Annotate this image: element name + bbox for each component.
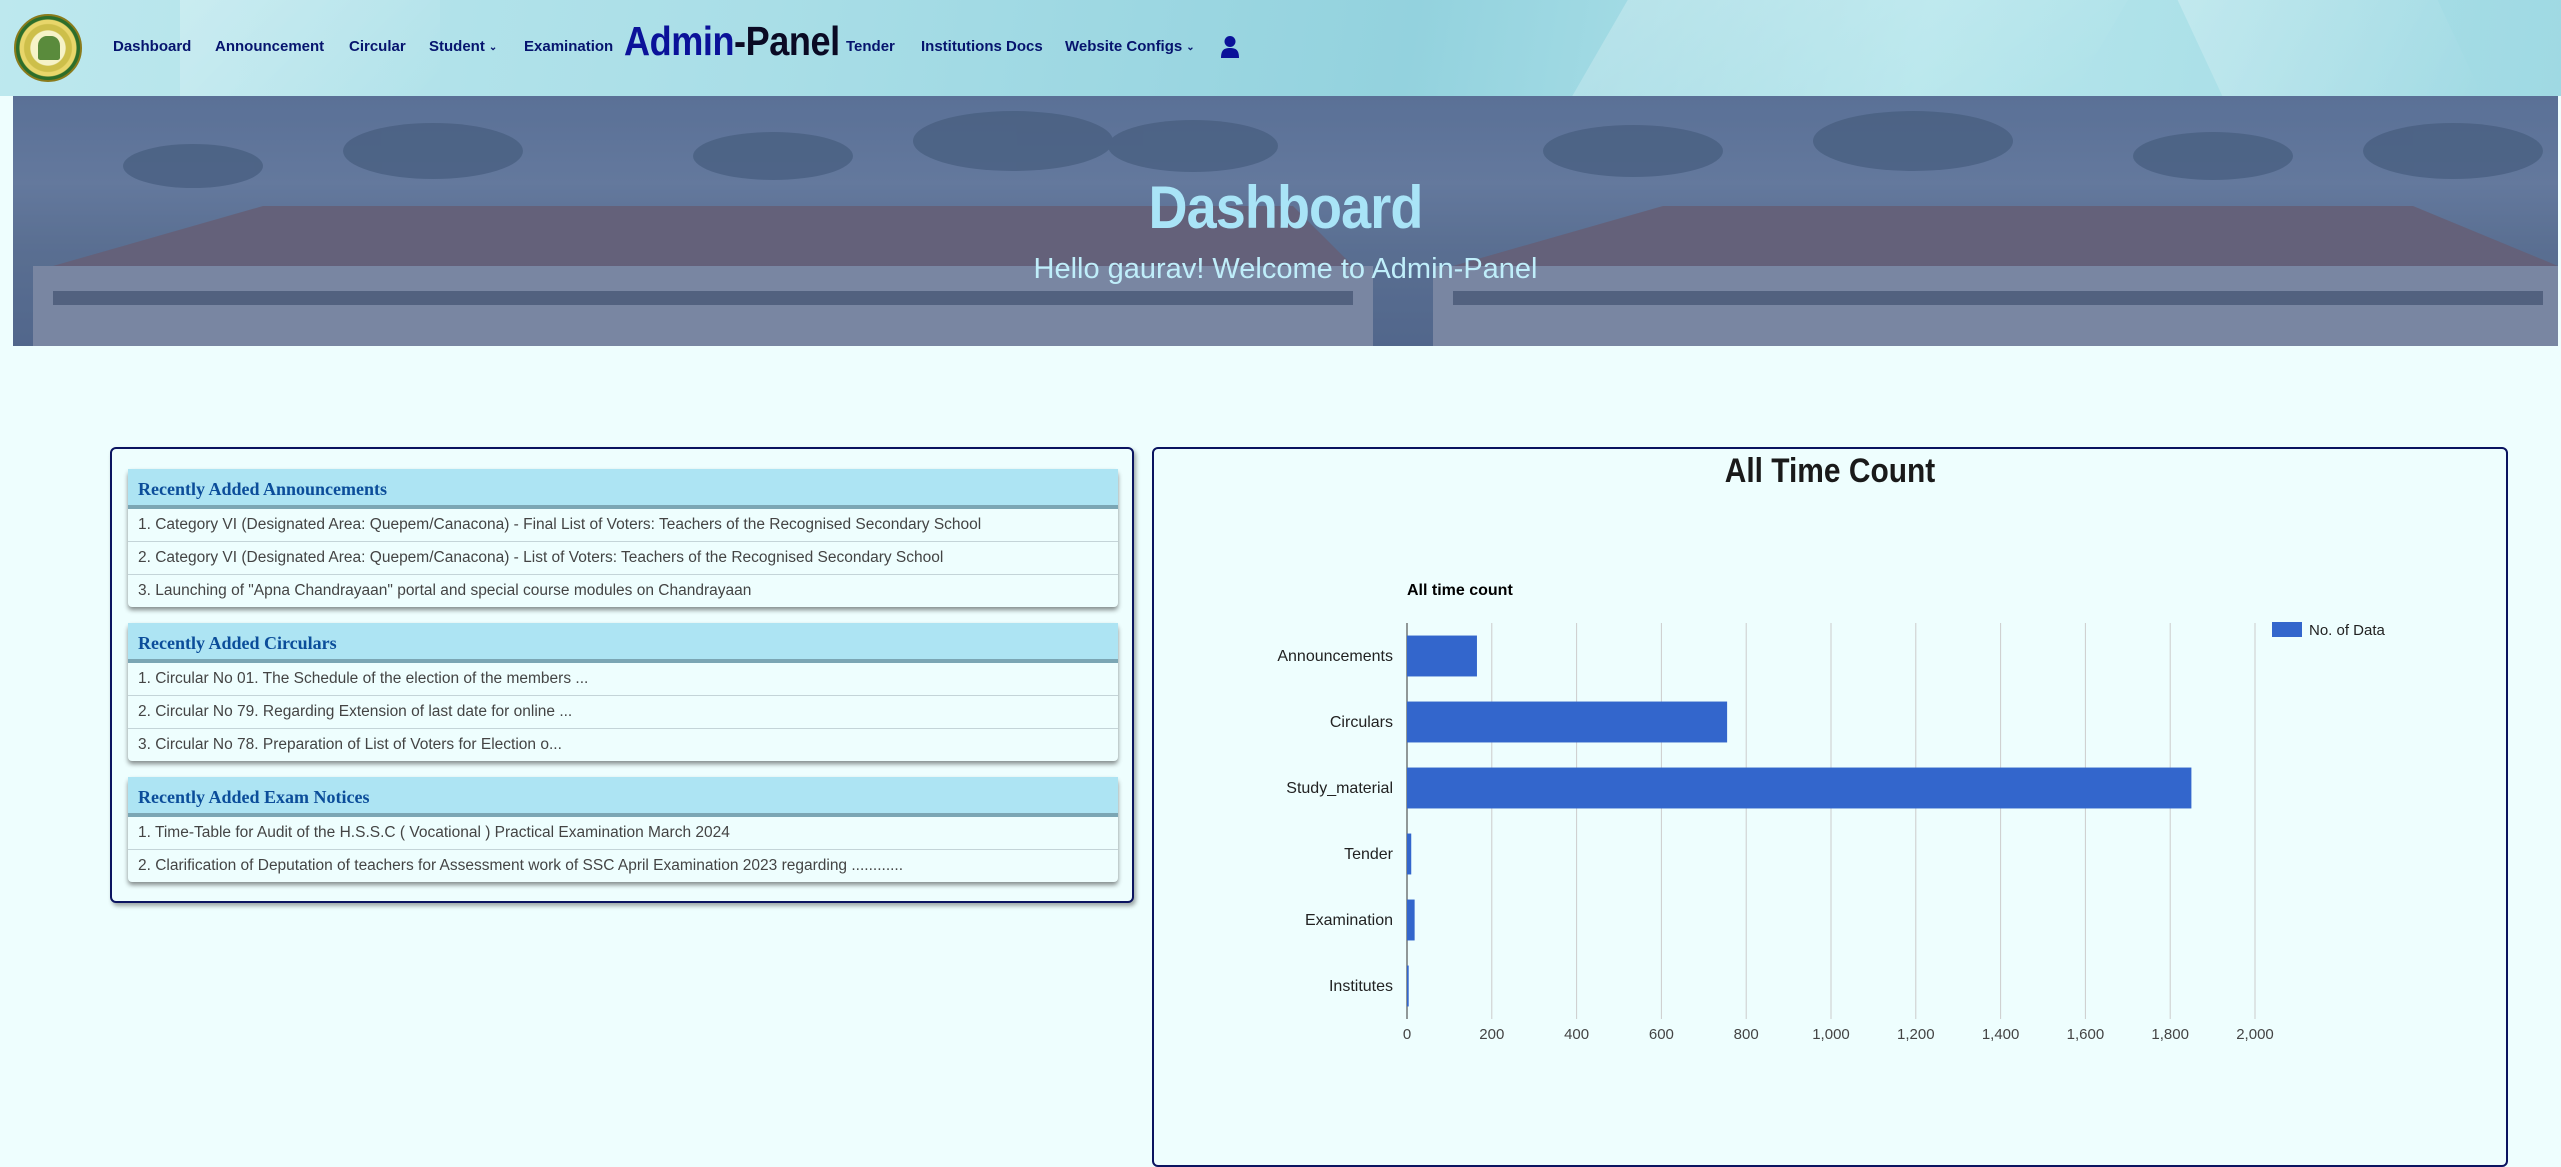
brand-title[interactable]: Admin-Panel	[624, 18, 840, 65]
bar	[1407, 701, 1728, 743]
nav-item-announcement[interactable]: Announcement	[215, 38, 324, 55]
bar	[1407, 899, 1415, 941]
nav-item-institutions-docs[interactable]: Institutions Docs	[921, 38, 1043, 55]
x-tick-label: 200	[1479, 1026, 1504, 1043]
x-tick-label: 800	[1734, 1026, 1759, 1043]
page-title: Dashboard	[1148, 174, 1424, 241]
x-tick-label: 400	[1564, 1026, 1589, 1043]
bar	[1407, 833, 1412, 875]
category-label: Examination	[1305, 912, 1393, 929]
hero-banner: Dashboard Hello gaurav! Welcome to Admin…	[13, 96, 2558, 346]
nav-item-examination[interactable]: Examination	[524, 38, 613, 55]
category-label: Announcements	[1277, 648, 1393, 665]
nav-item-tender[interactable]: Tender	[846, 38, 895, 55]
chevron-down-icon: ⌄	[488, 42, 498, 53]
background-facet	[2177, 0, 2483, 96]
brand-title-part1: Admin	[624, 18, 735, 64]
category-label: Tender	[1344, 846, 1394, 863]
section-header: Recently Added Announcements	[128, 469, 1118, 509]
section-header: Recently Added Circulars	[128, 623, 1118, 663]
category-label: Institutes	[1329, 978, 1393, 995]
nav-item-student[interactable]: Student ⌄	[429, 38, 497, 55]
bar	[1407, 767, 2192, 809]
all-time-count-card: All Time Count All time count 0 200 400 600 8…	[1152, 447, 2508, 1167]
list-item[interactable]: 1. Category VI (Designated Area: Quepem/…	[128, 509, 1118, 542]
circulars-section: Recently Added Circulars 1. Circular No …	[128, 623, 1118, 761]
bar	[1407, 965, 1409, 1007]
user-icon[interactable]	[1220, 35, 1240, 59]
list-item[interactable]: 3. Launching of "Apna Chandrayaan" porta…	[128, 575, 1118, 607]
x-tick-label: 1,600	[2067, 1026, 2105, 1043]
list-item[interactable]: 1. Circular No 01. The Schedule of the e…	[128, 663, 1118, 696]
chart-title: All time count	[1407, 582, 1513, 599]
bar	[1407, 635, 1477, 677]
section-header: Recently Added Exam Notices	[128, 777, 1118, 817]
list-item[interactable]: 1. Time-Table for Audit of the H.S.S.C (…	[128, 817, 1118, 850]
legend-label: No. of Data	[2309, 622, 2386, 639]
x-tick-label: 600	[1649, 1026, 1674, 1043]
category-label: Study_material	[1286, 780, 1393, 797]
exam-notices-section: Recently Added Exam Notices 1. Time-Tabl…	[128, 777, 1118, 882]
chevron-down-icon: ⌄	[1186, 42, 1195, 53]
nav-item-website-configs[interactable]: Website Configs ⌄	[1065, 38, 1195, 55]
nav-item-circular[interactable]: Circular	[349, 38, 406, 55]
list-item[interactable]: 2. Clarification of Deputation of teache…	[128, 850, 1118, 882]
nav-item-label: Student	[429, 38, 485, 55]
legend-swatch	[2272, 622, 2302, 637]
x-tick-label: 2,000	[2236, 1026, 2274, 1043]
brand-title-part2: -Panel	[734, 18, 840, 64]
nav-item-dashboard[interactable]: Dashboard	[113, 38, 191, 55]
announcements-section: Recently Added Announcements 1. Category…	[128, 469, 1118, 607]
list-item[interactable]: 3. Circular No 78. Preparation of List o…	[128, 729, 1118, 761]
recent-items-card: Recently Added Announcements 1. Category…	[110, 447, 1134, 903]
x-tick-label: 1,000	[1812, 1026, 1850, 1043]
emblem-logo[interactable]	[14, 14, 82, 82]
welcome-message: Hello gaurav! Welcome to Admin-Panel	[1033, 253, 1538, 285]
x-tick-label: 1,800	[2151, 1026, 2189, 1043]
nav-item-label: Website Configs	[1065, 38, 1183, 55]
category-label: Circulars	[1330, 714, 1393, 731]
background-facet	[1572, 0, 2128, 96]
x-tick-label: 1,400	[1982, 1026, 2020, 1043]
bar-chart: All time count 0 200 400 600 800 1,000 1,200 1,4…	[1277, 582, 2386, 1043]
top-navbar: Dashboard Announcement Circular Student ⌄…	[0, 0, 2561, 96]
x-tick-label: 0	[1403, 1026, 1411, 1043]
list-item[interactable]: 2. Circular No 79. Regarding Extension o…	[128, 696, 1118, 729]
list-item[interactable]: 2. Category VI (Designated Area: Quepem/…	[128, 542, 1118, 575]
x-tick-label: 1,200	[1897, 1026, 1935, 1043]
